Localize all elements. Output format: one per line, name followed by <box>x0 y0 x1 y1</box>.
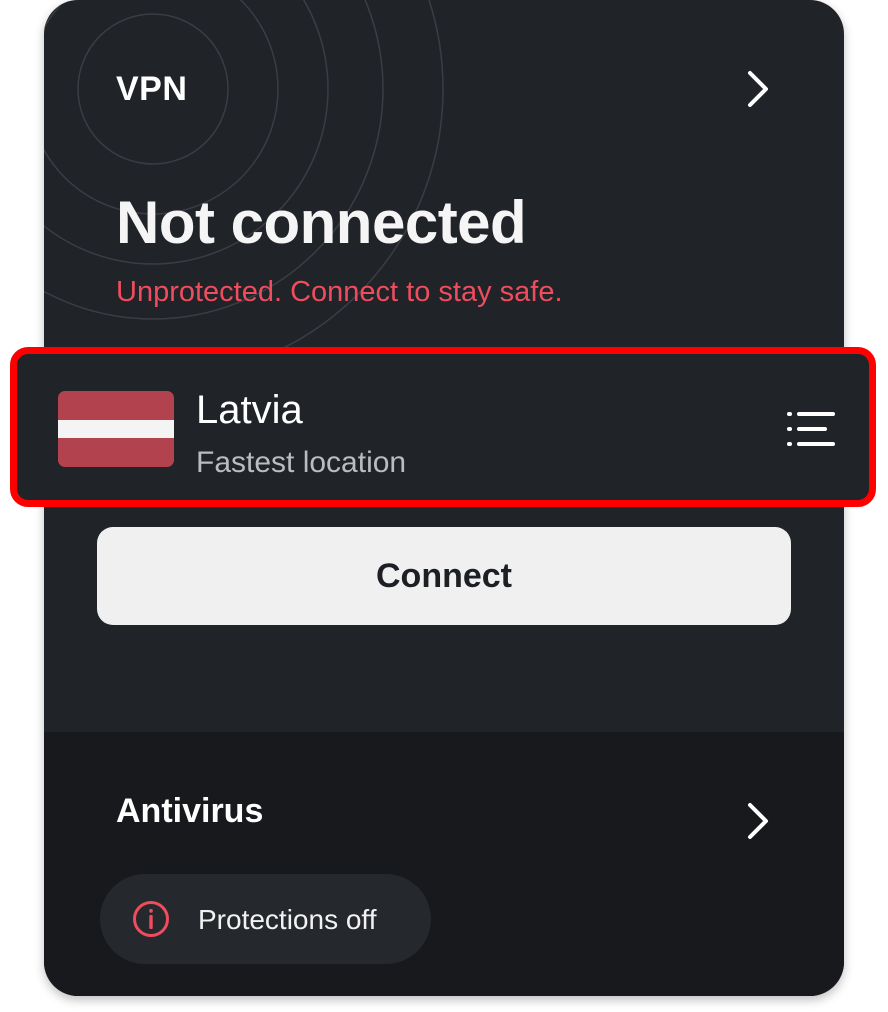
antivirus-title: Antivirus <box>116 792 264 830</box>
protections-status-badge[interactable]: Protections off <box>100 874 431 964</box>
location-list-icon[interactable] <box>787 409 835 449</box>
vpn-section-title: VPN <box>116 70 188 108</box>
connection-status-title: Not connected <box>116 189 527 256</box>
latvia-flag-icon <box>58 391 174 467</box>
antivirus-section[interactable]: Antivirus Protections off <box>44 732 844 996</box>
antivirus-chevron-right-icon[interactable] <box>744 801 772 841</box>
info-icon <box>133 901 169 937</box>
protections-status-label: Protections off <box>198 904 377 935</box>
location-selector[interactable]: Latvia Fastest location <box>10 347 876 507</box>
vpn-chevron-right-icon[interactable] <box>744 69 772 109</box>
location-name: Latvia <box>196 388 303 432</box>
connection-status-message: Unprotected. Connect to stay safe. <box>116 276 563 308</box>
location-subtitle: Fastest location <box>196 446 407 479</box>
connect-button[interactable]: Connect <box>97 527 791 625</box>
